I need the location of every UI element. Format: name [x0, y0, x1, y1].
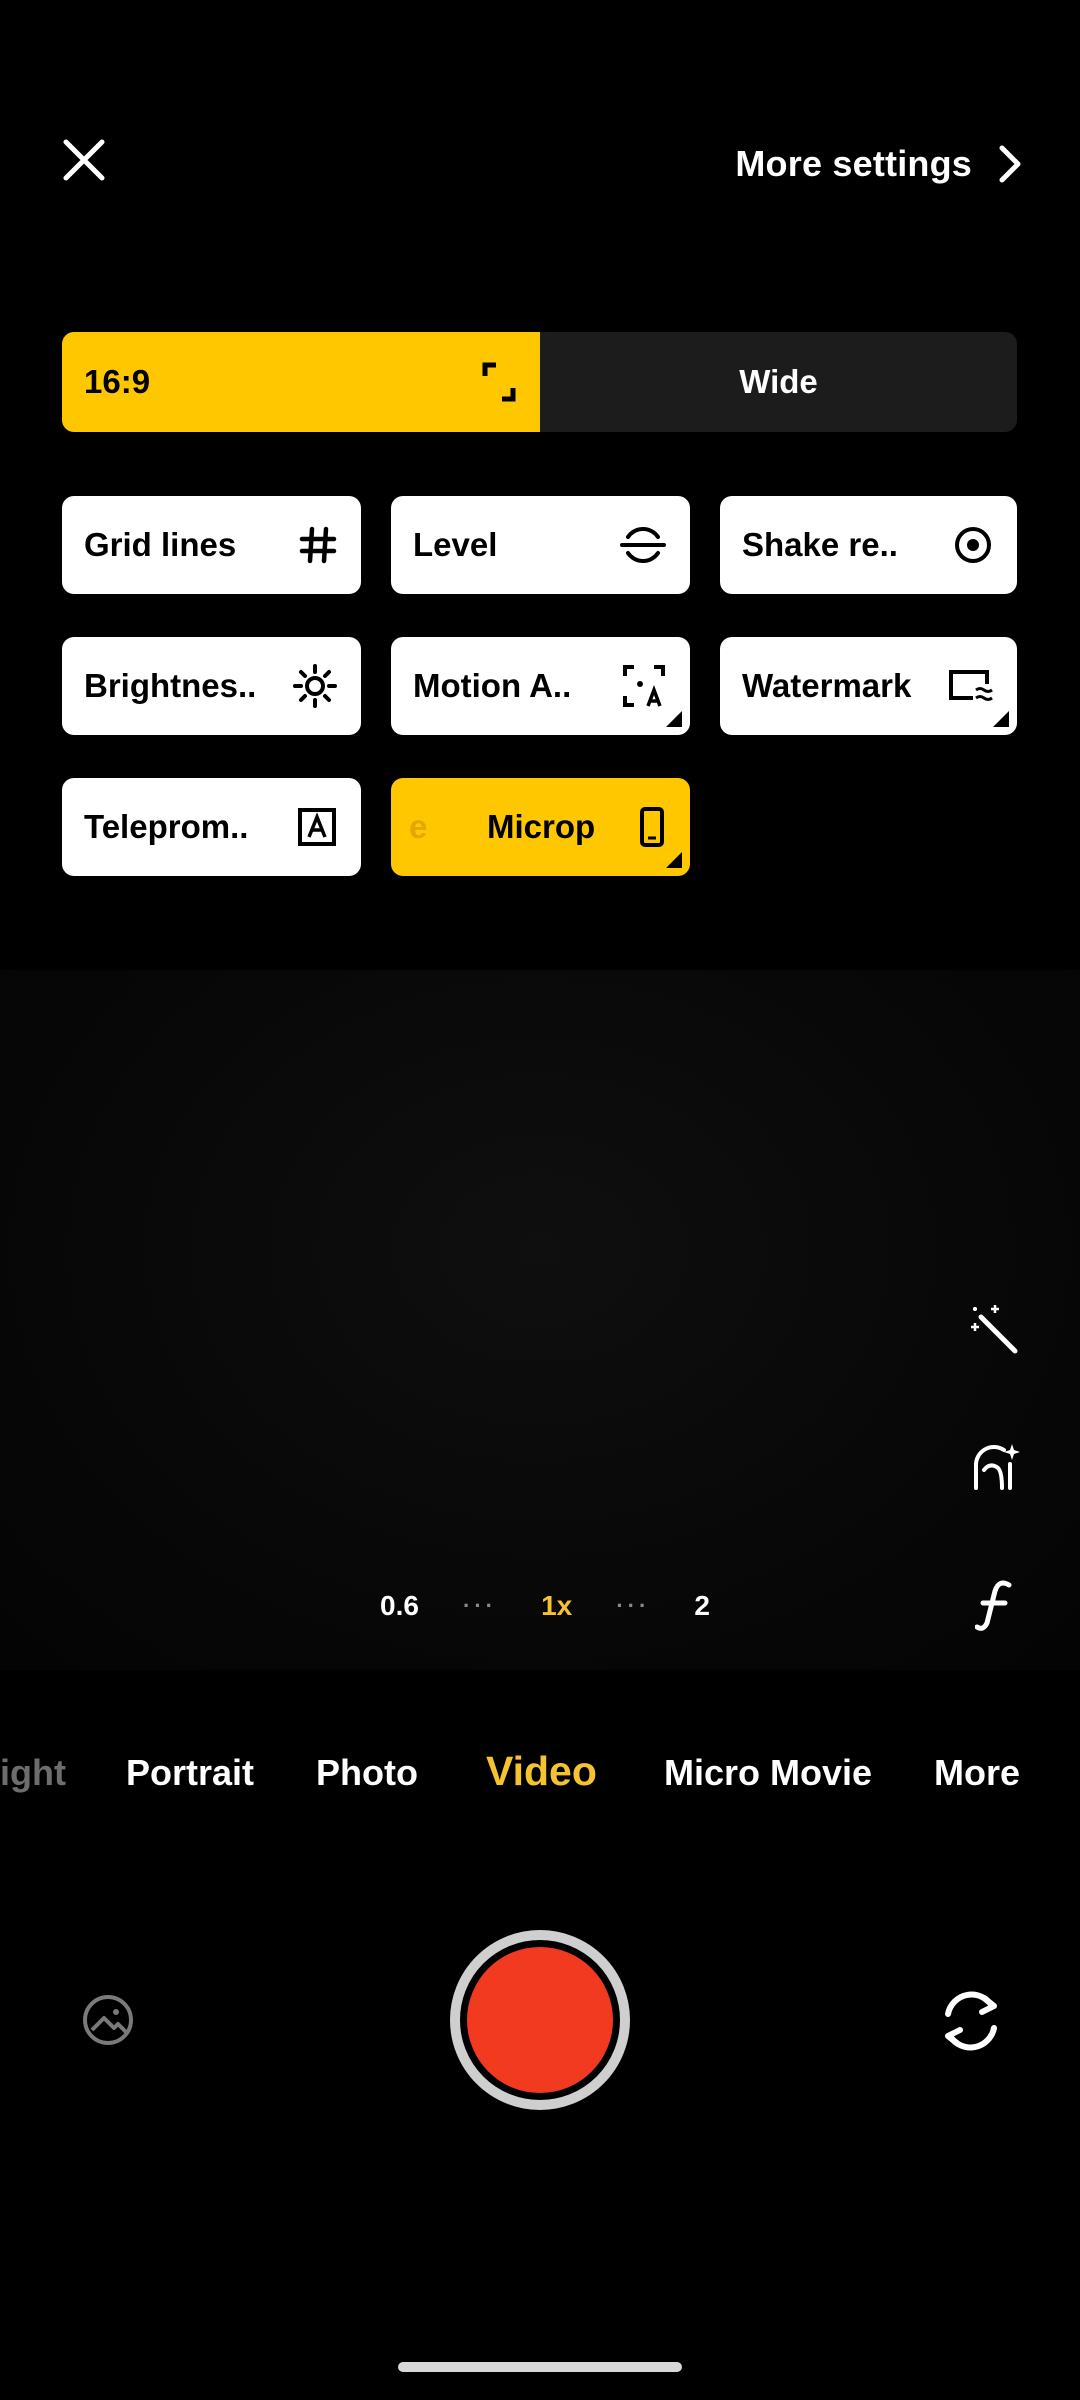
mode-micro-movie[interactable]: Micro Movie: [664, 1752, 872, 1794]
tile-label: Brightnes..: [84, 667, 257, 704]
zoom-selector: 0.6 ··· 1x ··· 2: [380, 1578, 710, 1634]
tile-label: Shake re..: [742, 526, 898, 563]
filter-button[interactable]: [950, 1560, 1040, 1650]
mode-more[interactable]: More: [934, 1752, 1020, 1794]
tile-teleprompter[interactable]: Teleprom..: [62, 778, 361, 876]
expand-corner-icon: [666, 852, 682, 868]
gallery-icon: [83, 1995, 133, 2045]
tile-label: Teleprom..: [84, 808, 249, 845]
tile-brightness[interactable]: Brightnes..: [62, 637, 361, 735]
level-icon: [620, 527, 666, 563]
record-button[interactable]: [450, 1930, 630, 2110]
zoom-1x-button[interactable]: 1x: [541, 1590, 572, 1622]
target-circle-icon: [955, 527, 991, 563]
magic-wand-icon: [971, 1305, 1018, 1354]
beauty-face-icon: [973, 1444, 1020, 1490]
text-box-icon: [298, 808, 336, 846]
tile-label: Grid lines: [84, 526, 237, 563]
tile-shake-reduction[interactable]: Shake re..: [720, 496, 1017, 594]
sun-icon: [293, 664, 337, 708]
tile-label: Watermark: [742, 667, 912, 704]
zoom-2-button[interactable]: 2: [694, 1590, 710, 1622]
tile-level[interactable]: Level: [391, 496, 690, 594]
home-indicator[interactable]: [398, 2362, 682, 2372]
mode-photo[interactable]: Photo: [316, 1752, 418, 1794]
expand-corners-icon: [482, 362, 516, 402]
close-button[interactable]: [52, 128, 116, 192]
viewfinder[interactable]: [0, 970, 1080, 1670]
more-settings-label: More settings: [735, 143, 972, 184]
tile-label: Microp: [487, 808, 596, 845]
tile-label: Level: [413, 526, 498, 563]
aspect-wide-button[interactable]: Wide: [540, 332, 1017, 432]
magic-wand-button[interactable]: [950, 1286, 1040, 1376]
aspect-wide-label: Wide: [739, 363, 818, 400]
tile-label: Motion A..: [413, 667, 572, 704]
chevron-right-icon: [999, 145, 1021, 183]
aspect-16-9-button[interactable]: 16:9: [62, 332, 540, 432]
grid-icon: [299, 526, 337, 564]
autofocus-a-icon: [623, 665, 665, 707]
tile-watermark[interactable]: Watermark: [720, 637, 1017, 735]
expand-corner-icon: [993, 711, 1009, 727]
tile-prefix: e: [409, 808, 428, 845]
phone-icon: [640, 807, 664, 847]
switch-camera-button[interactable]: [934, 1984, 1008, 2058]
tile-grid-lines[interactable]: Grid lines: [62, 496, 361, 594]
beauty-button[interactable]: [950, 1424, 1040, 1514]
record-button-inner: [467, 1947, 613, 2093]
mode-night[interactable]: ight: [0, 1752, 66, 1794]
close-icon: [63, 139, 105, 181]
mode-portrait[interactable]: Portrait: [126, 1752, 254, 1794]
mode-video[interactable]: Video: [486, 1748, 597, 1795]
expand-corner-icon: [666, 711, 682, 727]
tile-motion-autofocus[interactable]: Motion A..: [391, 637, 690, 735]
watermark-icon: [949, 670, 993, 701]
aspect-16-9-label: 16:9: [84, 363, 151, 400]
zoom-dots: ···: [616, 1593, 651, 1618]
zoom-dots: ···: [463, 1593, 497, 1618]
tile-microphone[interactable]: e Microp: [391, 778, 690, 876]
gallery-button[interactable]: [80, 1992, 136, 2048]
aspect-ratio-selector: 16:9 Wide: [62, 332, 1017, 432]
camera-switch-icon: [945, 1991, 997, 2051]
zoom-0-6-button[interactable]: 0.6: [380, 1590, 419, 1622]
filter-f-icon: [975, 1580, 1012, 1631]
more-settings-button[interactable]: More settings: [735, 132, 1022, 196]
